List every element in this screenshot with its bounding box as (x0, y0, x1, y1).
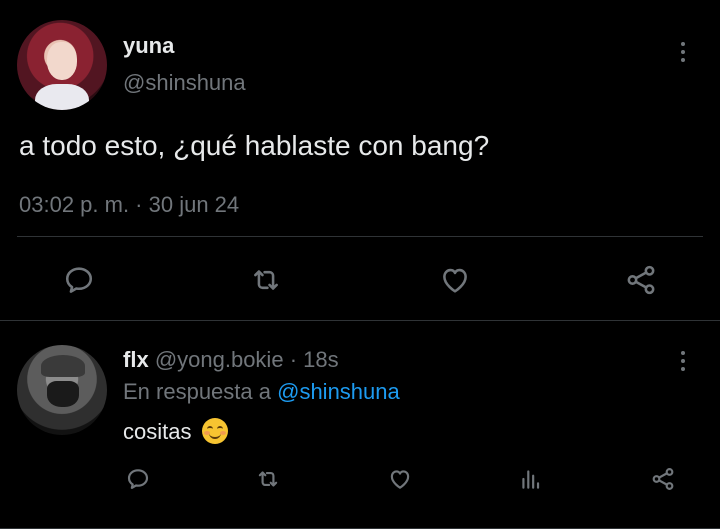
more-options-icon[interactable] (678, 42, 688, 66)
user-handle[interactable]: @shinshuna (123, 70, 246, 96)
reply-icon (127, 469, 149, 489)
reply-button[interactable] (60, 262, 98, 298)
retweet-icon (254, 270, 278, 290)
tweet-text: cositas (123, 418, 228, 445)
main-tweet: yuna @shinshuna a todo esto, ¿qué hablas… (0, 0, 720, 321)
retweet-button[interactable] (252, 464, 284, 494)
tweet-text: a todo esto, ¿qué hablaste con bang? (19, 130, 490, 161)
tweet-timestamp[interactable]: 03:02 p. m. · 30 jun 24 (19, 192, 239, 218)
divider (17, 236, 703, 237)
like-icon (390, 470, 410, 489)
display-name[interactable]: flx (123, 347, 149, 372)
share-icon (652, 468, 674, 490)
reply-header: flx @yong.bokie · 18s (123, 347, 339, 373)
share-icon (627, 265, 655, 295)
like-icon (443, 268, 467, 293)
tweet-text-content: cositas (123, 419, 192, 444)
retweet-button[interactable] (246, 262, 286, 298)
user-handle[interactable]: @yong.bokie (155, 347, 284, 372)
avatar-hair (41, 355, 85, 377)
share-button[interactable] (648, 464, 678, 494)
avatar-shirt (35, 84, 89, 110)
views-icon (522, 470, 540, 489)
views-button[interactable] (516, 464, 546, 494)
more-options-icon[interactable] (678, 351, 688, 375)
share-button[interactable] (622, 262, 660, 298)
smiling-face-emoji (201, 418, 228, 444)
retweet-icon (258, 471, 278, 487)
reply-button[interactable] (123, 464, 153, 494)
reply-mention-link[interactable]: @shinshuna (277, 379, 400, 404)
avatar[interactable] (17, 345, 107, 435)
avatar-mask (47, 381, 79, 407)
avatar[interactable] (17, 20, 107, 110)
reply-icon (65, 267, 93, 293)
reply-tweet[interactable]: flx @yong.bokie · 18s En respuesta a @sh… (0, 321, 720, 529)
avatar-face (47, 42, 77, 80)
reply-prefix: En respuesta a (123, 379, 271, 404)
like-button[interactable] (436, 262, 474, 298)
display-name[interactable]: yuna (123, 33, 174, 59)
tweet-age[interactable]: · 18s (290, 347, 339, 372)
reply-context: En respuesta a @shinshuna (123, 379, 400, 405)
like-button[interactable] (385, 464, 415, 494)
